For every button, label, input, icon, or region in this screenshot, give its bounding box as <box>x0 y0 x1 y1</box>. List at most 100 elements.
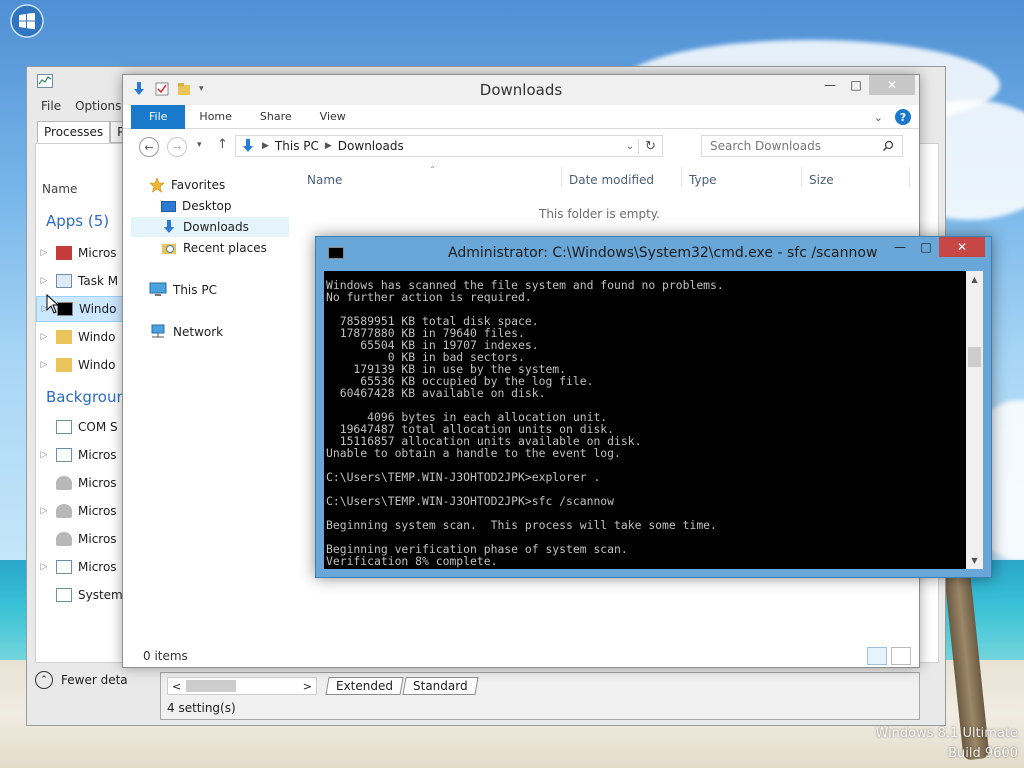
nav-this-pc[interactable]: This PC <box>149 280 217 300</box>
window-icon <box>56 588 72 602</box>
cmd-icon[interactable] <box>328 247 344 259</box>
address-dropdown-icon[interactable]: ⌄ <box>626 141 634 152</box>
task-manager-icon <box>56 274 72 288</box>
task-manager-icon <box>37 74 53 88</box>
fewer-details-label: Fewer deta <box>61 673 128 687</box>
nav-network[interactable]: Network <box>149 322 223 342</box>
process-name: Task M <box>78 274 119 288</box>
user-icon <box>56 532 72 546</box>
column-header-date-modified[interactable]: Date modified <box>569 173 654 187</box>
nav-desktop[interactable]: Desktop <box>161 196 232 216</box>
sort-ascending-icon: ⌃ <box>429 165 436 174</box>
details-view-icon[interactable] <box>867 647 887 665</box>
forward-button[interactable]: → <box>167 137 187 157</box>
cmd-titlebar[interactable]: Administrator: C:\Windows\System32\cmd.e… <box>316 237 991 271</box>
scroll-thumb[interactable] <box>186 680 236 692</box>
maximize-icon[interactable]: □ <box>843 75 869 95</box>
expand-ribbon-icon[interactable]: ⌄ <box>874 111 883 124</box>
process-row[interactable]: ▷ Task M <box>36 268 136 294</box>
help-icon[interactable]: ? <box>895 109 911 125</box>
address-bar[interactable]: ▶ This PC ▶ Downloads ⌄ ↻ <box>235 135 663 157</box>
console-output-area[interactable]: Windows has scanned the file system and … <box>324 271 966 569</box>
console-text: Windows has scanned the file system and … <box>326 278 724 568</box>
app-icon <box>56 246 72 260</box>
process-row[interactable]: ▷ Micros <box>36 498 136 524</box>
scroll-right-icon[interactable]: > <box>303 680 312 693</box>
expand-icon[interactable]: ▷ <box>36 276 52 286</box>
process-row[interactable]: ▷ Micros <box>36 554 136 580</box>
process-name: Micros <box>78 246 117 260</box>
mouse-cursor-icon <box>46 294 60 314</box>
search-icon <box>882 140 894 152</box>
recent-locations-icon[interactable]: ▾ <box>197 140 202 150</box>
minimize-icon[interactable]: — <box>887 237 913 257</box>
process-row[interactable]: Micros <box>36 470 136 496</box>
tab-standard[interactable]: Standard <box>402 677 479 695</box>
column-header-name[interactable]: Name <box>307 173 342 187</box>
tab-processes[interactable]: Processes <box>37 121 111 143</box>
back-button[interactable]: ← <box>139 137 159 157</box>
settings-panel: < > Extended Standard 4 setting(s) <box>160 672 920 720</box>
ribbon-tab-file[interactable]: File <box>131 104 186 129</box>
expand-icon[interactable]: ▷ <box>36 562 52 572</box>
process-name: COM S <box>78 420 118 434</box>
desktop-icon <box>161 200 176 212</box>
search-input[interactable]: Search Downloads <box>701 135 903 157</box>
column-header-name[interactable]: Name <box>42 182 77 196</box>
horizontal-scrollbar[interactable]: < > <box>167 677 317 695</box>
process-row[interactable]: ▷ Micros <box>36 240 136 266</box>
explorer-titlebar[interactable]: ▾ Downloads — □ ✕ <box>123 75 919 105</box>
os-watermark-build: Build 9600 <box>948 746 1018 761</box>
close-icon[interactable]: ✕ <box>939 237 985 257</box>
scroll-thumb[interactable] <box>968 347 981 367</box>
process-row[interactable]: ▷ Windo <box>36 324 136 350</box>
start-button[interactable] <box>8 4 46 38</box>
menu-options[interactable]: Options <box>75 99 121 113</box>
folder-icon <box>56 330 72 344</box>
breadcrumb-this-pc[interactable]: This PC <box>275 139 319 153</box>
tab-extended[interactable]: Extended <box>325 677 404 695</box>
ribbon-tab-view[interactable]: View <box>306 105 360 129</box>
chevron-up-icon: ⌃ <box>35 671 53 689</box>
search-placeholder: Search Downloads <box>710 139 821 153</box>
process-row[interactable]: ▷ Micros <box>36 442 136 468</box>
cmd-title: Administrator: C:\Windows\System32\cmd.e… <box>448 245 878 261</box>
process-row[interactable]: Micros <box>36 526 136 552</box>
download-arrow-icon <box>243 139 253 152</box>
os-watermark-edition: Windows 8.1 Ultimate <box>875 726 1018 741</box>
ribbon-tab-home[interactable]: Home <box>185 105 245 129</box>
window-icon <box>56 448 72 462</box>
refresh-icon[interactable]: ↻ <box>638 138 662 154</box>
process-row[interactable]: ▷ Windo <box>36 352 136 378</box>
vertical-scrollbar[interactable]: ▲ ▼ <box>966 271 983 569</box>
maximize-icon[interactable]: □ <box>913 237 939 257</box>
breadcrumb-separator-icon[interactable]: ▶ <box>325 141 332 151</box>
close-icon[interactable]: ✕ <box>869 75 915 95</box>
process-row[interactable]: COM S <box>36 414 136 440</box>
minimize-icon[interactable]: — <box>817 75 843 95</box>
up-button[interactable]: ↑ <box>217 137 228 152</box>
menu-file[interactable]: File <box>41 99 61 113</box>
nav-downloads[interactable]: Downloads <box>131 217 289 237</box>
scroll-down-icon[interactable]: ▼ <box>966 552 983 569</box>
expand-icon[interactable]: ▷ <box>36 506 52 516</box>
expand-icon[interactable]: ▷ <box>36 450 52 460</box>
expand-icon[interactable]: ▷ <box>36 248 52 258</box>
computer-icon <box>149 282 167 296</box>
nav-favorites[interactable]: Favorites <box>149 175 225 195</box>
window-icon <box>56 560 72 574</box>
expand-icon[interactable]: ▷ <box>36 360 52 370</box>
column-header-type[interactable]: Type <box>689 173 717 187</box>
large-icons-view-icon[interactable] <box>891 647 911 665</box>
ribbon-tab-share[interactable]: Share <box>246 105 306 129</box>
nav-recent-places[interactable]: Recent places <box>161 238 267 258</box>
scroll-left-icon[interactable]: < <box>172 680 181 693</box>
column-header-size[interactable]: Size <box>809 173 834 187</box>
process-row[interactable]: System <box>36 582 136 608</box>
task-manager-menubar: File Options <box>41 99 121 113</box>
scroll-up-icon[interactable]: ▲ <box>966 271 983 288</box>
process-name: Windo <box>78 358 116 372</box>
breadcrumb-separator-icon[interactable]: ▶ <box>262 141 269 151</box>
expand-icon[interactable]: ▷ <box>36 332 52 342</box>
breadcrumb-downloads[interactable]: Downloads <box>338 139 404 153</box>
